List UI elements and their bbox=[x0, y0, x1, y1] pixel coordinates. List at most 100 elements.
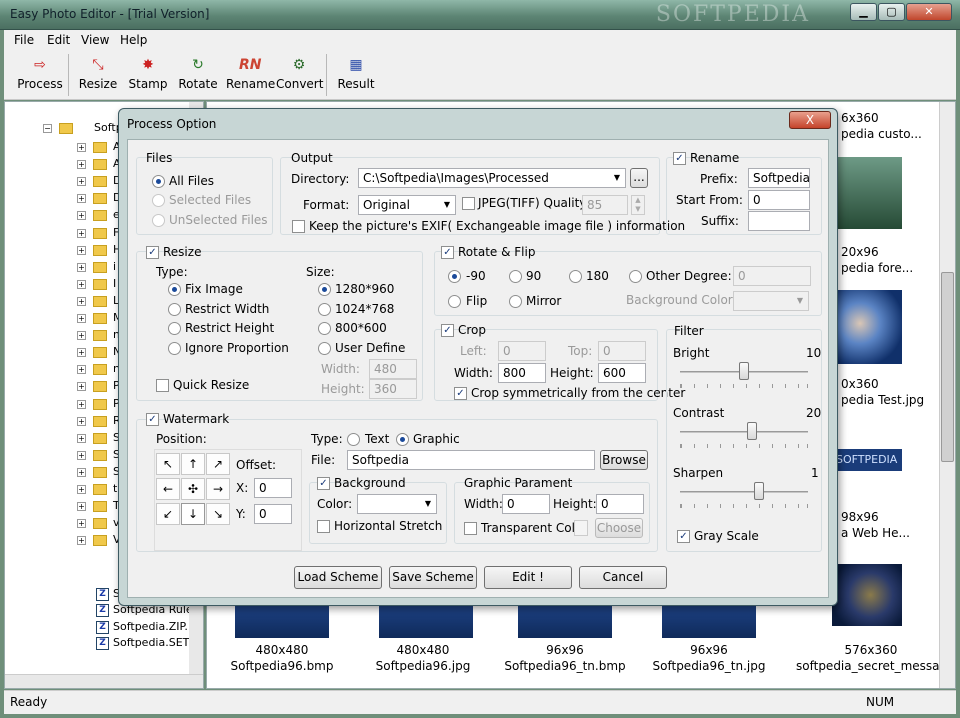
expand-toggle[interactable]: + bbox=[77, 279, 86, 289]
start-from-input[interactable]: 0 bbox=[748, 190, 810, 210]
position-arrow-button[interactable]: ↖ bbox=[156, 453, 180, 475]
expand-toggle[interactable]: + bbox=[77, 194, 86, 204]
sharpen-slider-thumb[interactable] bbox=[754, 482, 765, 500]
expand-toggle[interactable]: + bbox=[77, 245, 86, 255]
expand-toggle[interactable]: + bbox=[77, 433, 86, 443]
quick-resize-checkbox[interactable] bbox=[156, 379, 169, 392]
resize-size-radio[interactable] bbox=[318, 283, 331, 296]
contrast-slider[interactable] bbox=[680, 431, 808, 433]
save-scheme-button[interactable]: Save Scheme bbox=[389, 566, 477, 589]
tree-horizontal-scrollbar[interactable] bbox=[5, 674, 203, 688]
rotate-button[interactable]: ↻ Rotate bbox=[178, 52, 218, 98]
expand-toggle[interactable]: + bbox=[77, 416, 86, 426]
choose-color-button[interactable]: Choose bbox=[595, 518, 643, 538]
crop-top-input[interactable]: 0 bbox=[598, 341, 646, 361]
selected-files-radio[interactable] bbox=[152, 194, 165, 207]
position-arrow-button[interactable]: ↙ bbox=[156, 503, 180, 525]
resize-size-radio[interactable] bbox=[318, 302, 331, 316]
mirror-radio[interactable] bbox=[509, 295, 522, 308]
crop-width-input[interactable]: 800 bbox=[498, 363, 546, 383]
rotate-minus90-radio[interactable] bbox=[448, 270, 461, 283]
position-arrow-button[interactable]: ↗ bbox=[206, 453, 230, 475]
crop-left-input[interactable]: 0 bbox=[498, 341, 546, 361]
expand-toggle[interactable]: + bbox=[77, 211, 86, 221]
expand-toggle[interactable]: + bbox=[77, 485, 86, 494]
sharpen-slider[interactable] bbox=[680, 491, 808, 493]
stamp-button[interactable]: ✸ Stamp bbox=[128, 52, 168, 98]
offset-x-input[interactable]: 0 bbox=[254, 478, 292, 498]
keep-exif-checkbox[interactable] bbox=[292, 220, 305, 233]
chevron-down-icon[interactable]: ▼ bbox=[610, 169, 624, 187]
unselected-files-radio[interactable] bbox=[152, 214, 165, 227]
rename-checkbox[interactable]: ✓ bbox=[673, 152, 686, 165]
suffix-input[interactable] bbox=[748, 211, 810, 231]
chevron-down-icon[interactable]: ▼ bbox=[421, 495, 435, 513]
expand-toggle[interactable]: + bbox=[77, 519, 86, 529]
expand-toggle[interactable]: + bbox=[77, 143, 86, 152]
tree-folder-label[interactable]: I bbox=[113, 277, 116, 294]
thumbnail-image[interactable] bbox=[832, 564, 902, 626]
expand-toggle[interactable]: + bbox=[77, 382, 86, 392]
scrollbar-thumb[interactable] bbox=[941, 272, 954, 462]
thumbnail-image[interactable] bbox=[235, 602, 329, 638]
param-height-input[interactable]: 0 bbox=[596, 494, 644, 514]
expand-toggle[interactable]: + bbox=[77, 314, 86, 323]
resize-height-input[interactable]: 360 bbox=[369, 379, 417, 399]
thumbnail-image[interactable] bbox=[518, 602, 612, 638]
jpeg-quality-input[interactable]: 85 bbox=[582, 195, 628, 215]
expand-toggle[interactable]: + bbox=[77, 399, 86, 409]
rotate-flip-checkbox[interactable]: ✓ bbox=[441, 246, 454, 259]
quality-spinner[interactable]: ▲ ▼ bbox=[631, 195, 645, 215]
horizontal-stretch-checkbox[interactable] bbox=[317, 520, 330, 533]
chevron-down-icon[interactable]: ▼ bbox=[793, 292, 807, 310]
menu-edit[interactable]: Edit bbox=[47, 33, 70, 47]
expand-toggle[interactable]: + bbox=[77, 262, 86, 272]
minimize-button[interactable]: ▁ bbox=[850, 3, 877, 21]
directory-browse-button[interactable]: ... bbox=[630, 168, 648, 188]
menu-view[interactable]: View bbox=[81, 33, 109, 47]
position-arrow-button[interactable]: ✣ bbox=[181, 478, 205, 500]
other-degree-input[interactable]: 0 bbox=[733, 266, 811, 286]
edit-button[interactable]: Edit ! bbox=[484, 566, 572, 589]
position-arrow-button[interactable]: ← bbox=[156, 478, 180, 500]
watermark-checkbox[interactable]: ✓ bbox=[146, 413, 159, 426]
resize-type-radio[interactable] bbox=[168, 302, 181, 316]
thumbnail-image[interactable] bbox=[379, 602, 473, 638]
jpeg-quality-checkbox[interactable] bbox=[462, 197, 475, 210]
watermark-file-input[interactable]: Softpedia bbox=[347, 450, 595, 470]
result-button[interactable]: ▦ Result bbox=[336, 52, 376, 98]
offset-y-input[interactable]: 0 bbox=[254, 504, 292, 524]
expand-toggle[interactable]: + bbox=[77, 450, 86, 460]
expand-toggle[interactable]: + bbox=[77, 467, 86, 477]
rename-button[interactable]: RN Rename bbox=[226, 52, 275, 98]
bright-slider-thumb[interactable] bbox=[739, 362, 749, 380]
contrast-slider-thumb[interactable] bbox=[746, 422, 757, 440]
thumbnail-image[interactable] bbox=[832, 290, 902, 364]
transparent-color-swatch[interactable] bbox=[574, 520, 588, 536]
position-arrow-button[interactable]: ↑ bbox=[181, 453, 205, 475]
crop-symmetric-checkbox[interactable]: ✓ bbox=[454, 387, 467, 400]
expand-toggle[interactable]: + bbox=[77, 536, 86, 546]
dialog-close-button[interactable]: X bbox=[789, 111, 831, 129]
expand-toggle[interactable]: + bbox=[77, 296, 86, 306]
directory-input[interactable]: C:\Softpedia\Images\Processed ▼ bbox=[358, 168, 626, 188]
format-select[interactable]: Original ▼ bbox=[358, 195, 456, 215]
tree-file-label[interactable]: Softpedia.ZIP. bbox=[113, 620, 188, 637]
prefix-input[interactable]: Softpedia bbox=[748, 168, 810, 188]
crop-checkbox[interactable]: ✓ bbox=[441, 324, 454, 337]
convert-button[interactable]: ⚙ Convert bbox=[276, 52, 323, 98]
other-degree-radio[interactable] bbox=[629, 270, 642, 283]
close-button[interactable]: ✕ bbox=[906, 3, 952, 21]
resize-button[interactable]: ⤡ Resize bbox=[78, 52, 118, 98]
all-files-radio[interactable] bbox=[152, 175, 165, 188]
background-checkbox[interactable]: ✓ bbox=[317, 477, 330, 490]
load-scheme-button[interactable]: Load Scheme bbox=[294, 566, 382, 589]
rotate-180-radio[interactable] bbox=[569, 270, 582, 283]
position-arrow-button[interactable]: → bbox=[206, 478, 230, 500]
type-graphic-radio[interactable] bbox=[396, 433, 409, 446]
process-button[interactable]: ⇨ Process bbox=[16, 52, 64, 98]
chevron-down-icon[interactable]: ▼ bbox=[440, 196, 454, 214]
expand-toggle[interactable]: + bbox=[77, 177, 86, 187]
cancel-button[interactable]: Cancel bbox=[579, 566, 667, 589]
expand-toggle[interactable]: + bbox=[77, 365, 86, 375]
